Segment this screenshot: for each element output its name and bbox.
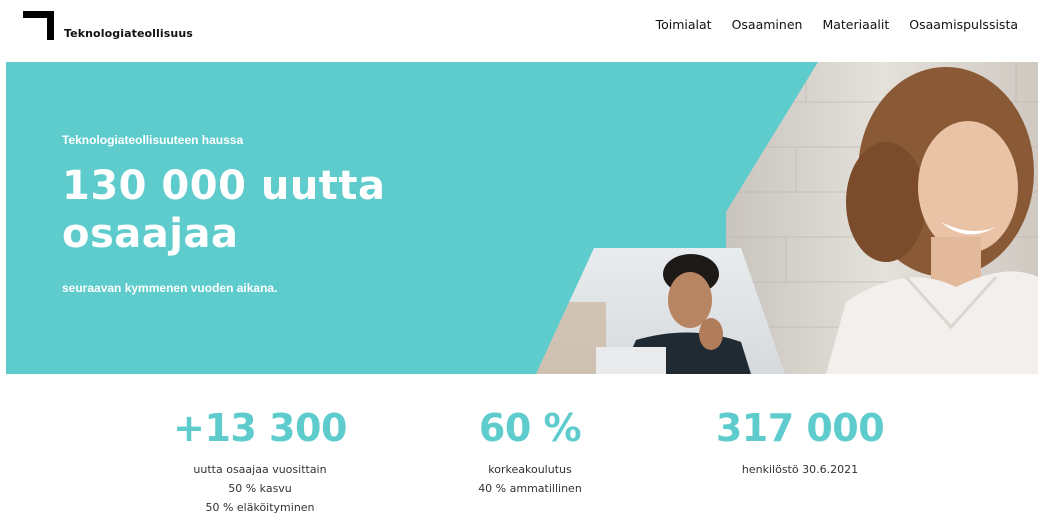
stat-education: 60 % korkeakoulutus 40 % ammatillinen — [430, 404, 630, 498]
logo-icon[interactable] — [23, 11, 54, 40]
main-nav: Toimialat Osaaminen Materiaalit Osaamisp… — [636, 17, 1018, 32]
brand-name[interactable]: Teknologiateollisuus — [64, 27, 193, 40]
hero-headline-line2: osaajaa — [62, 211, 239, 257]
site-header: Teknologiateollisuus Toimialat Osaaminen… — [0, 0, 1038, 62]
stat-line: 50 % kasvu — [228, 482, 292, 495]
nav-item-materiaalit[interactable]: Materiaalit — [822, 17, 889, 32]
stat-line: henkilöstö 30.6.2021 — [741, 463, 859, 476]
stat-line: 40 % ammatillinen — [478, 482, 582, 495]
hero-banner: Teknologiateollisuuteen haussa 130 000 u… — [6, 62, 1038, 374]
stat-line: korkeakoulutus — [488, 463, 572, 476]
stat-value: 60 % — [478, 406, 582, 450]
stat-new-experts: +13 300 uutta osaajaa vuosittain 50 % ka… — [160, 404, 360, 517]
nav-item-toimialat[interactable]: Toimialat — [656, 17, 712, 32]
stat-personnel: 317 000 henkilöstö 30.6.2021 — [700, 404, 900, 479]
stat-value: +13 300 — [173, 406, 347, 450]
hero-eyebrow: Teknologiateollisuuteen haussa — [62, 133, 244, 147]
stat-line: 50 % eläköityminen — [205, 501, 315, 514]
hero-subline: seuraavan kymmenen vuoden aikana. — [62, 281, 278, 295]
stat-value: 317 000 — [715, 406, 885, 450]
stat-line: uutta osaajaa vuosittain — [193, 463, 327, 476]
hero-headline: 130 000 uutta osaajaa — [62, 162, 442, 258]
nav-item-osaamispulssista[interactable]: Osaamispulssista — [909, 17, 1018, 32]
nav-item-osaaminen[interactable]: Osaaminen — [732, 17, 803, 32]
hero-headline-line1: 130 000 uutta — [62, 163, 386, 209]
man-photo — [536, 248, 785, 374]
woman-photo — [726, 62, 1038, 374]
